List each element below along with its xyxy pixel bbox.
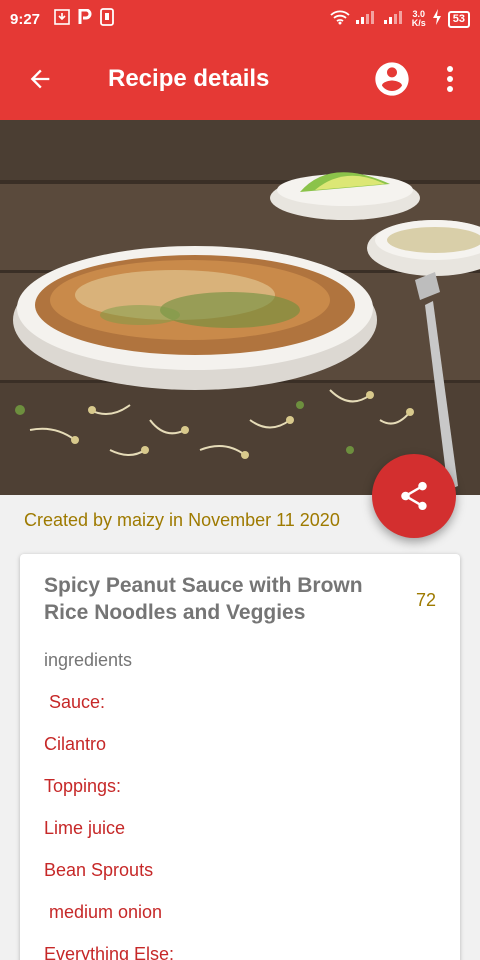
recipe-card: Spicy Peanut Sauce with Brown Rice Noodl… (20, 554, 460, 960)
ingredient-item: medium onion (44, 902, 163, 922)
ingredients-list: Sauce: Cilantro Toppings: Lime juice Bea… (44, 690, 174, 960)
ingredient-item: Cilantro (44, 734, 107, 754)
recipe-title: Spicy Peanut Sauce with Brown Rice Noodl… (44, 574, 363, 624)
status-bar: 9:27 3.0 K/s 53 (0, 0, 480, 38)
app-bar: Recipe details (0, 38, 480, 120)
profile-button[interactable] (362, 38, 422, 120)
ingredient-item: Toppings: (44, 776, 122, 796)
charging-icon (432, 9, 442, 29)
account-circle-icon (375, 62, 409, 96)
wifi-icon (330, 9, 350, 29)
ingredient-item: Lime juice (44, 818, 126, 838)
back-button[interactable] (0, 38, 80, 120)
battery-level: 53 (447, 10, 470, 28)
notification-app-icon (100, 8, 114, 30)
signal-icon-2 (383, 10, 406, 28)
ingredients-label: ingredients (44, 650, 133, 670)
ingredient-item: Sauce: (44, 692, 106, 712)
share-icon (401, 481, 427, 511)
page-title: Recipe details (108, 65, 270, 92)
recipe-count: 72 (415, 590, 436, 610)
more-vert-icon (447, 66, 453, 92)
more-options-button[interactable] (430, 38, 470, 120)
status-time: 9:27 (10, 10, 41, 28)
recipe-image (0, 120, 480, 495)
network-speed: 3.0 K/s (411, 9, 426, 28)
created-by-text: Created by maizy in November 11 2020 (24, 510, 340, 530)
ingredient-item: Everything Else: (44, 944, 175, 960)
download-icon (54, 9, 70, 29)
share-button[interactable] (372, 454, 456, 538)
parking-app-icon (78, 8, 92, 29)
arrow-back-icon (30, 69, 50, 89)
signal-icon (355, 10, 378, 28)
ingredient-item: Bean Sprouts (44, 860, 154, 880)
